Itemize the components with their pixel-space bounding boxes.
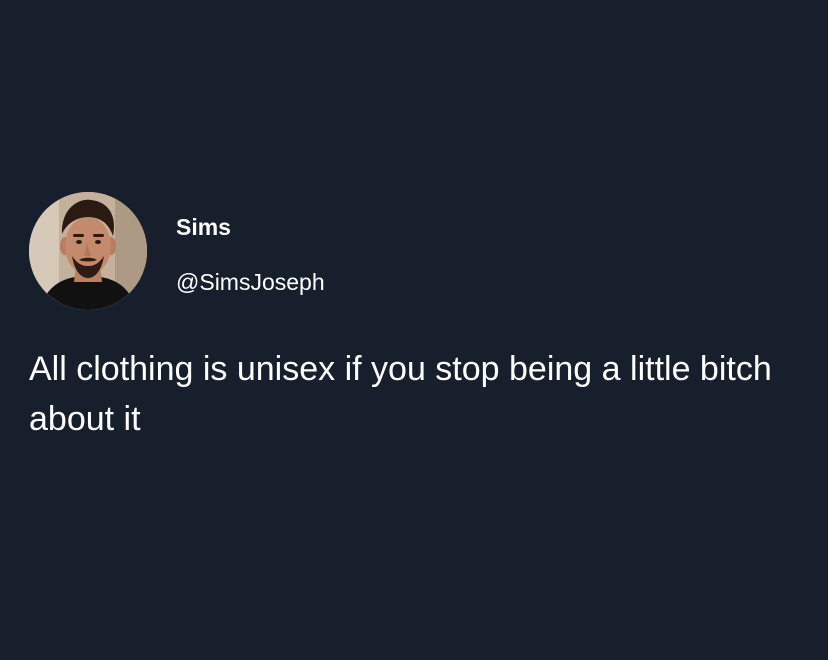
avatar[interactable]	[29, 192, 147, 310]
author-handle[interactable]: @SimsJoseph	[176, 267, 325, 297]
tweet-card: Sims @SimsJoseph All clothing is unisex …	[0, 0, 828, 660]
profile-photo-icon	[29, 192, 147, 310]
author-display-name[interactable]: Sims	[176, 212, 231, 242]
tweet-text: All clothing is unisex if you stop being…	[29, 350, 772, 438]
